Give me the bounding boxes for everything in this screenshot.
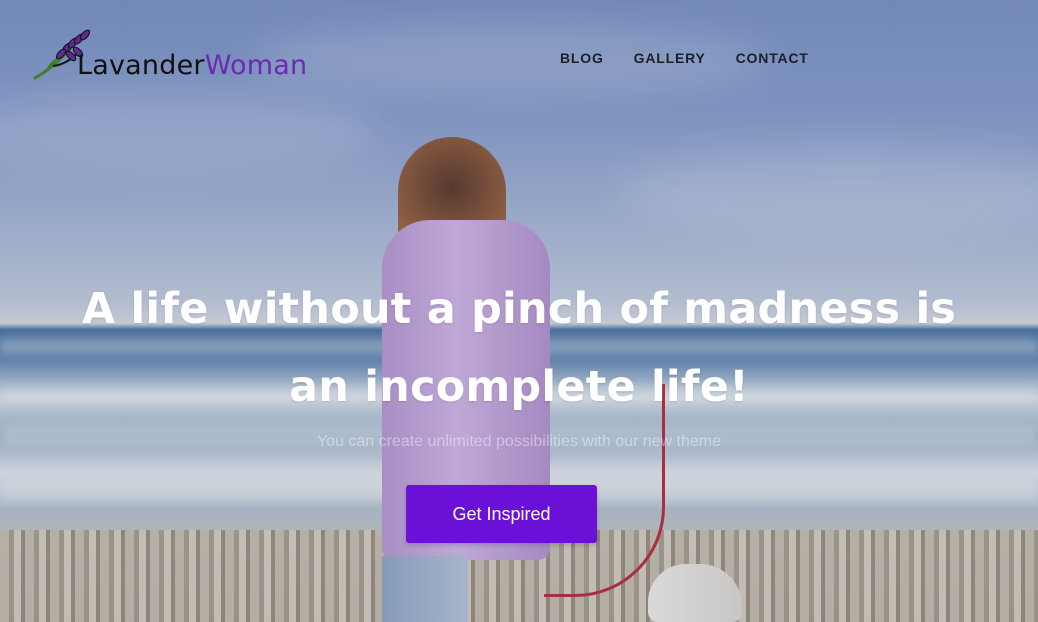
- nav-item-gallery[interactable]: GALLERY: [634, 50, 706, 66]
- hero-headline: A life without a pinch of madness is an …: [81, 284, 957, 412]
- brand-name-part-2: Woman: [204, 50, 308, 81]
- nav-item-contact[interactable]: CONTACT: [736, 50, 809, 66]
- main-navigation: BLOG GALLERY CONTACT: [560, 50, 809, 66]
- nav-item-blog[interactable]: BLOG: [560, 50, 604, 66]
- site-logo[interactable]: LavanderWoman: [31, 28, 307, 84]
- hero-section: LavanderWoman BLOG GALLERY CONTACT A lif…: [0, 0, 1038, 622]
- brand-name-part-1: Lavander: [77, 50, 205, 81]
- hero-subtitle: You can create unlimited possibilities w…: [316, 433, 722, 450]
- brand-name: LavanderWoman: [77, 52, 307, 79]
- site-header: LavanderWoman BLOG GALLERY CONTACT: [0, 0, 1038, 110]
- get-inspired-button[interactable]: Get Inspired: [406, 485, 597, 543]
- hero-content: A life without a pinch of madness is an …: [0, 270, 1038, 452]
